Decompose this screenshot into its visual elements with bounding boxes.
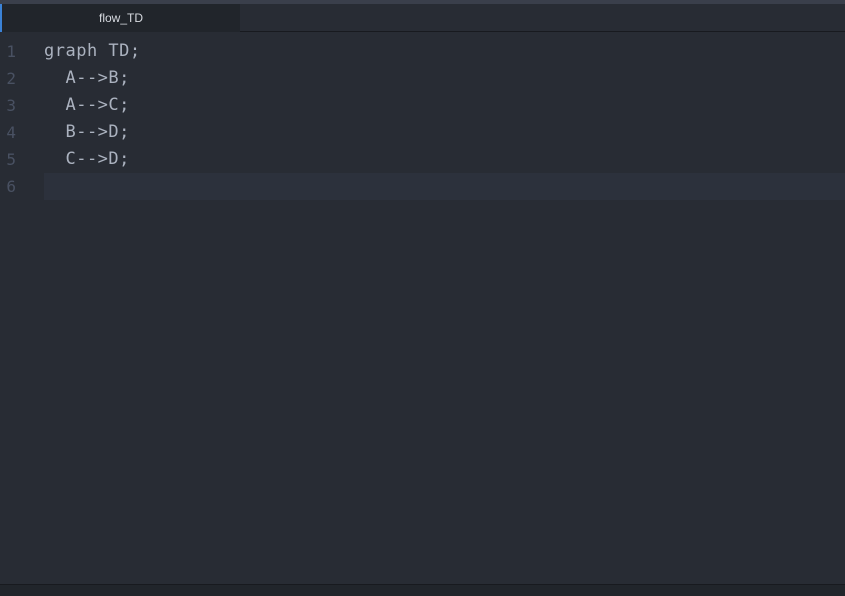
tab-bar-empty — [240, 4, 845, 32]
line-number: 5 — [0, 146, 44, 173]
tab-bar: flow_TD — [0, 4, 845, 32]
code-line[interactable]: B-->D; — [44, 119, 845, 146]
code-line[interactable]: A-->C; — [44, 92, 845, 119]
line-number: 6 — [0, 173, 44, 200]
code-line-active[interactable] — [44, 173, 845, 200]
bottom-bar — [0, 584, 845, 596]
tab-active[interactable]: flow_TD — [0, 4, 240, 32]
line-number: 4 — [0, 119, 44, 146]
code-line[interactable]: graph TD; — [44, 38, 845, 65]
gutter: 1 2 3 4 5 6 — [0, 32, 44, 584]
tab-label: flow_TD — [99, 11, 143, 25]
code-line[interactable]: A-->B; — [44, 65, 845, 92]
editor-area[interactable]: 1 2 3 4 5 6 graph TD; A-->B; A-->C; B-->… — [0, 32, 845, 584]
code-line[interactable]: C-->D; — [44, 146, 845, 173]
code-area[interactable]: graph TD; A-->B; A-->C; B-->D; C-->D; — [44, 32, 845, 584]
line-number: 2 — [0, 65, 44, 92]
line-number: 1 — [0, 38, 44, 65]
line-number: 3 — [0, 92, 44, 119]
